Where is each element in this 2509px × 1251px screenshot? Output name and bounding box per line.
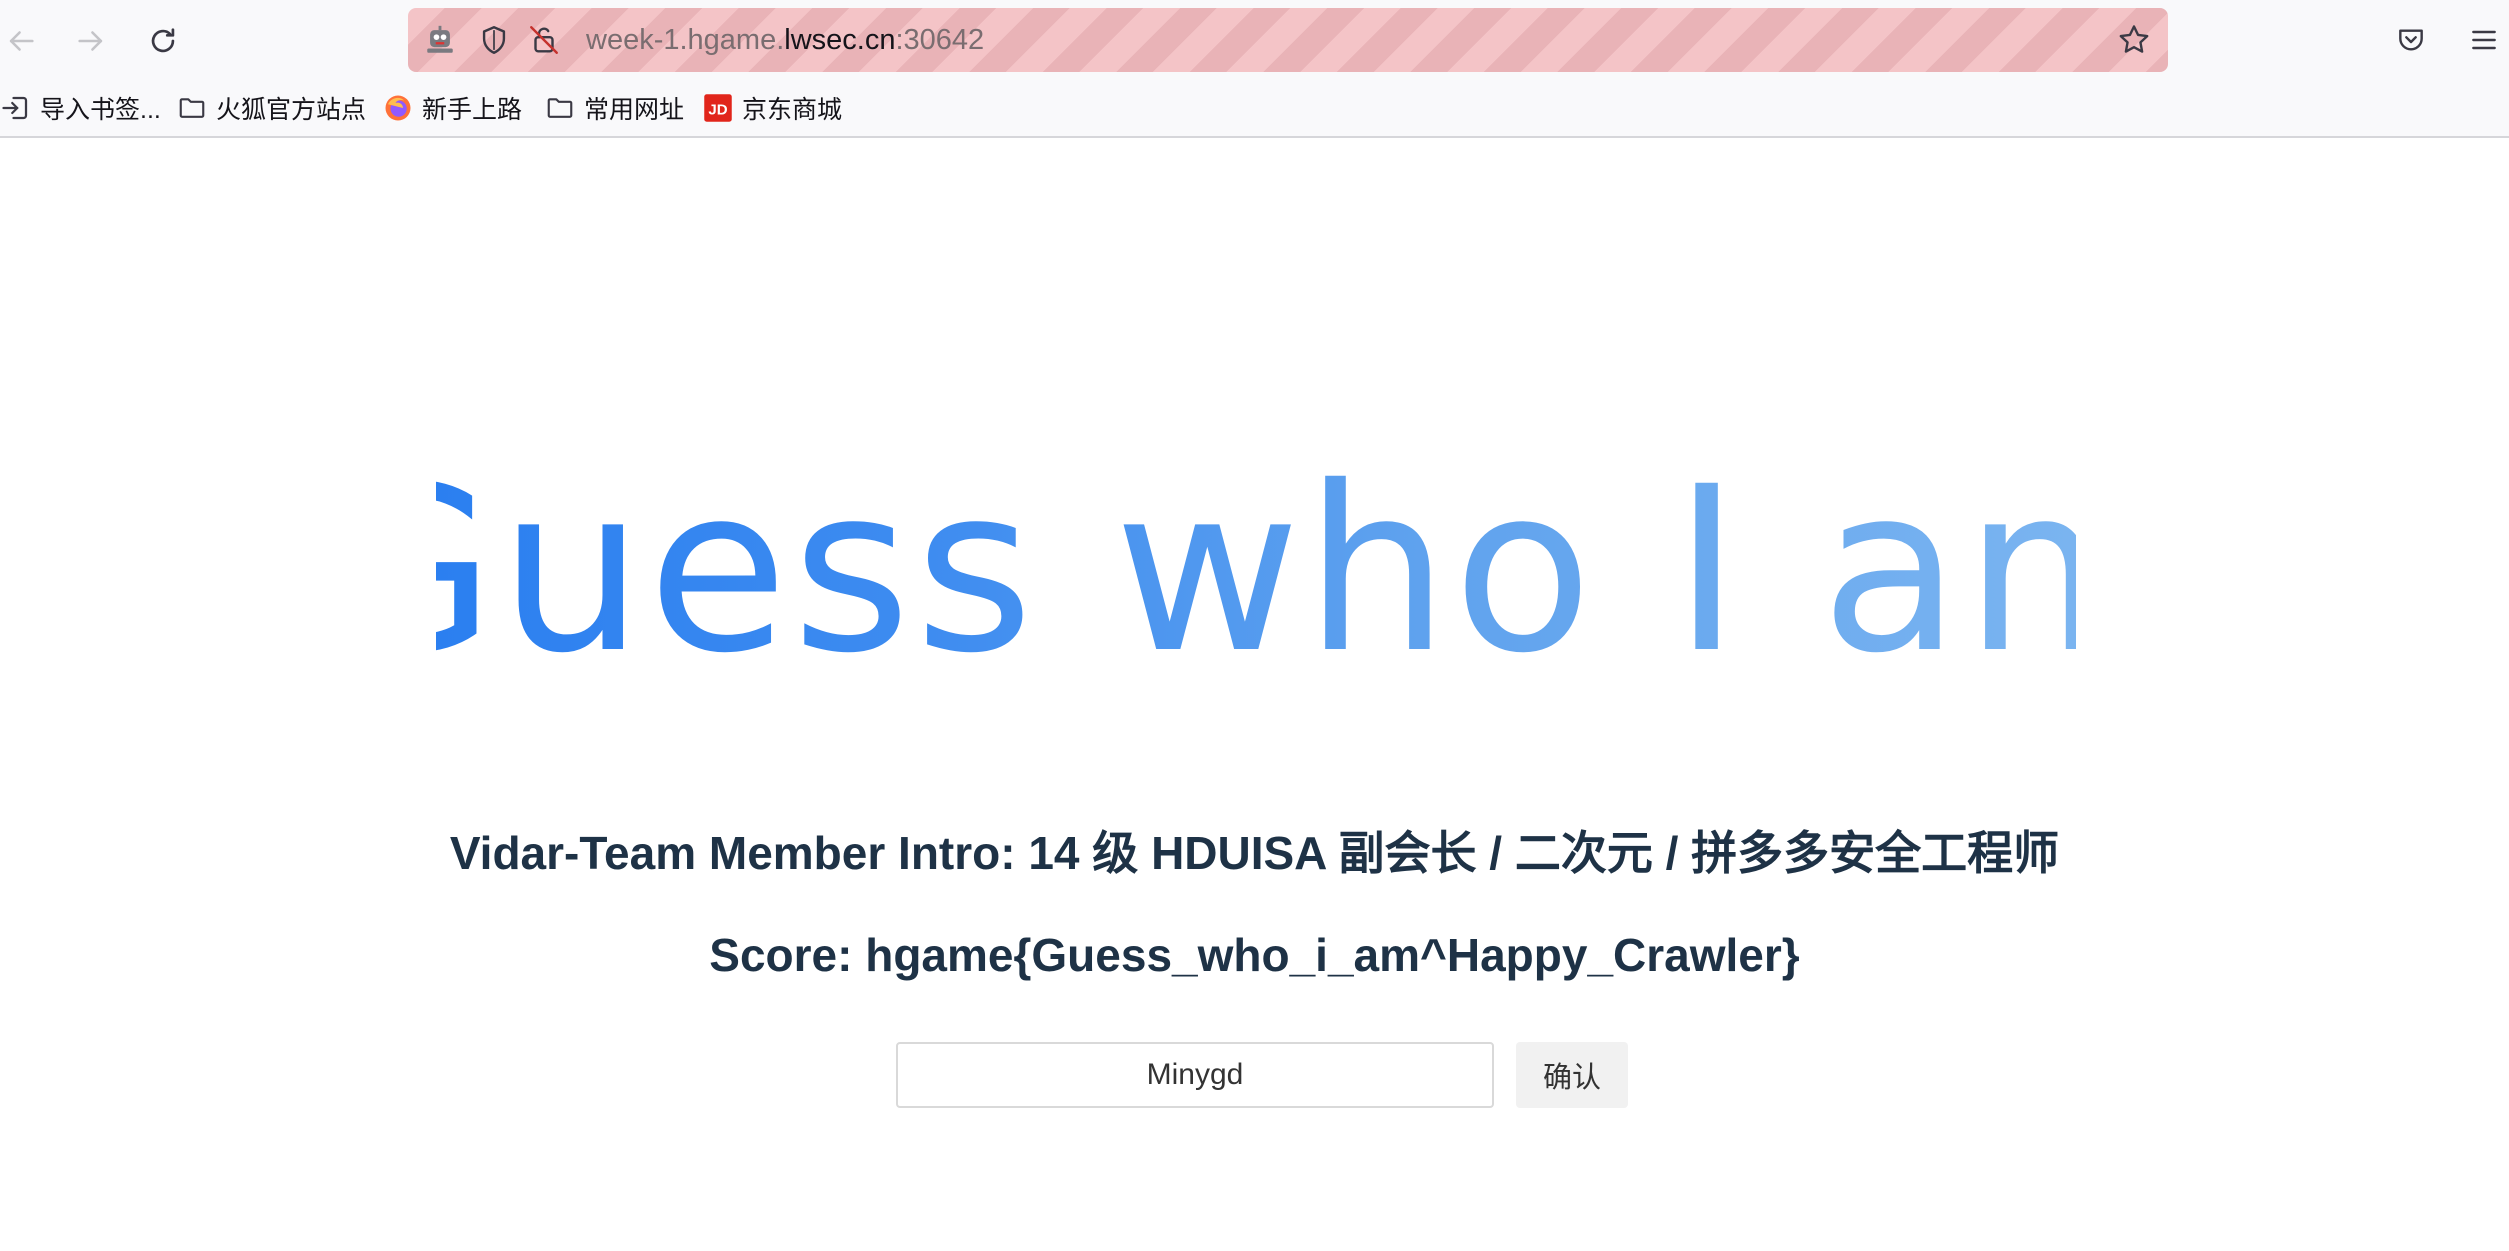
- browser-toolbar: week-1.hgame.lwsec.cn:30642: [0, 0, 2509, 82]
- bookmark-firefox-sites[interactable]: 火狐官方站点: [176, 88, 366, 128]
- bookmark-label: 导入书签...: [40, 96, 161, 124]
- guess-name-input[interactable]: [896, 1042, 1494, 1108]
- bookmark-label: 常用网址: [584, 96, 685, 124]
- member-intro: Vidar-Team Member Intro: 14 级 HDUISA 副会长…: [449, 827, 2060, 879]
- bookmark-label: 新手上路: [422, 96, 523, 124]
- score-text: Score: hgame{Guess_who_i_am^Happy_Crawle…: [709, 929, 1800, 981]
- address-bar[interactable]: week-1.hgame.lwsec.cn:30642: [408, 8, 2168, 72]
- url-text[interactable]: week-1.hgame.lwsec.cn:30642: [586, 8, 984, 72]
- page-title: Guess who I am: [0, 420, 2509, 720]
- remote-control-robot-icon[interactable]: [422, 22, 458, 58]
- bookmark-label: 京东商城: [742, 96, 843, 124]
- jd-icon: JD: [702, 92, 734, 124]
- back-arrow-icon[interactable]: [0, 18, 44, 64]
- url-domain: lwsec.cn: [784, 24, 896, 56]
- hamburger-menu-icon[interactable]: [2464, 20, 2504, 60]
- svg-text:JD: JD: [708, 101, 727, 118]
- insecure-lock-icon[interactable]: [526, 22, 562, 58]
- folder-icon: [544, 92, 576, 124]
- bookmark-common-sites[interactable]: 常用网址: [544, 88, 684, 128]
- forward-arrow-icon[interactable]: [68, 18, 114, 64]
- bookmarks-toolbar: 导入书签... 火狐官方站点 新手上路 常用网址 JD 京东商城: [0, 82, 2509, 138]
- bookmark-import[interactable]: 导入书签...: [0, 88, 161, 128]
- firefox-icon: [382, 92, 414, 124]
- import-icon: [0, 92, 32, 124]
- confirm-button[interactable]: 确认: [1516, 1042, 1628, 1108]
- bookmark-jd[interactable]: JD 京东商城: [702, 88, 842, 128]
- reload-icon[interactable]: [140, 18, 186, 64]
- url-prefix: week-1.hgame.: [586, 24, 785, 56]
- bookmark-label: 火狐官方站点: [216, 96, 367, 124]
- folder-icon: [176, 92, 208, 124]
- url-port: :30642: [895, 24, 985, 56]
- tracking-protection-shield-icon[interactable]: [476, 22, 512, 58]
- star-icon[interactable]: [2116, 22, 2152, 58]
- bookmark-getting-started[interactable]: 新手上路: [382, 88, 522, 128]
- pocket-icon[interactable]: [2391, 20, 2431, 60]
- page-content: Guess who I am Vidar-Team Member Intro: …: [0, 138, 2509, 1251]
